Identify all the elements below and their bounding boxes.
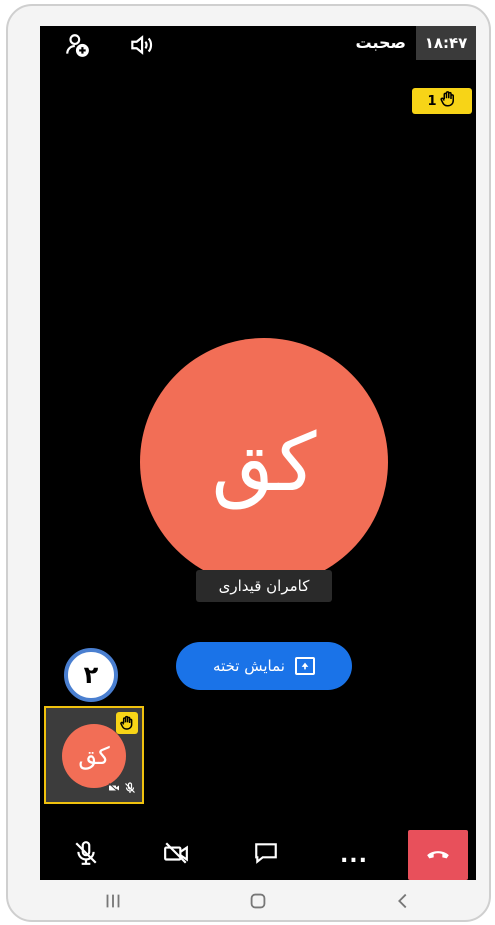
show-board-label: نمایش تخته <box>213 657 285 675</box>
step-number-badge: ۲ <box>64 648 118 702</box>
meeting-screen: صحبت ۱۸:۴۷ 1 کق کامران قیداری ۲ نمایش تخ… <box>40 26 476 880</box>
chat-button[interactable] <box>236 830 296 880</box>
recent-apps-icon[interactable] <box>102 890 124 916</box>
raised-hands-count: 1 <box>427 93 437 109</box>
thumbnail-raised-hand-icon <box>116 712 138 734</box>
end-call-button[interactable] <box>408 830 468 880</box>
meeting-title: صحبت <box>355 33 406 52</box>
show-board-button[interactable]: نمایش تخته <box>176 642 352 690</box>
system-nav-bar <box>40 880 476 925</box>
more-options-button[interactable]: ... <box>324 830 384 880</box>
raised-hands-badge[interactable]: 1 <box>412 88 472 114</box>
more-dots-icon: ... <box>339 842 369 868</box>
mute-button[interactable] <box>56 830 116 880</box>
mic-off-icon <box>73 840 99 870</box>
camera-button[interactable] <box>146 830 206 880</box>
thumbnail-mic-off-icon <box>124 779 136 798</box>
camera-off-icon <box>163 840 189 870</box>
main-participant-avatar: کق <box>140 338 388 586</box>
clock: ۱۸:۴۷ <box>416 26 476 60</box>
raised-hand-icon <box>439 90 457 112</box>
phone-frame: صحبت ۱۸:۴۷ 1 کق کامران قیداری ۲ نمایش تخ… <box>6 4 491 922</box>
participant-name: کامران قیداری <box>196 570 332 602</box>
chat-icon <box>253 840 279 870</box>
present-upload-icon <box>294 657 315 675</box>
thumbnail-camera-off-icon <box>108 779 120 798</box>
self-view-thumbnail[interactable]: کق <box>44 706 144 804</box>
thumbnail-status <box>108 779 136 798</box>
speaker-icon[interactable] <box>128 32 154 58</box>
home-icon[interactable] <box>247 890 269 916</box>
end-call-icon <box>425 840 451 870</box>
add-person-icon[interactable] <box>64 32 90 58</box>
call-toolbar: ... <box>40 830 476 880</box>
back-icon[interactable] <box>392 890 414 916</box>
